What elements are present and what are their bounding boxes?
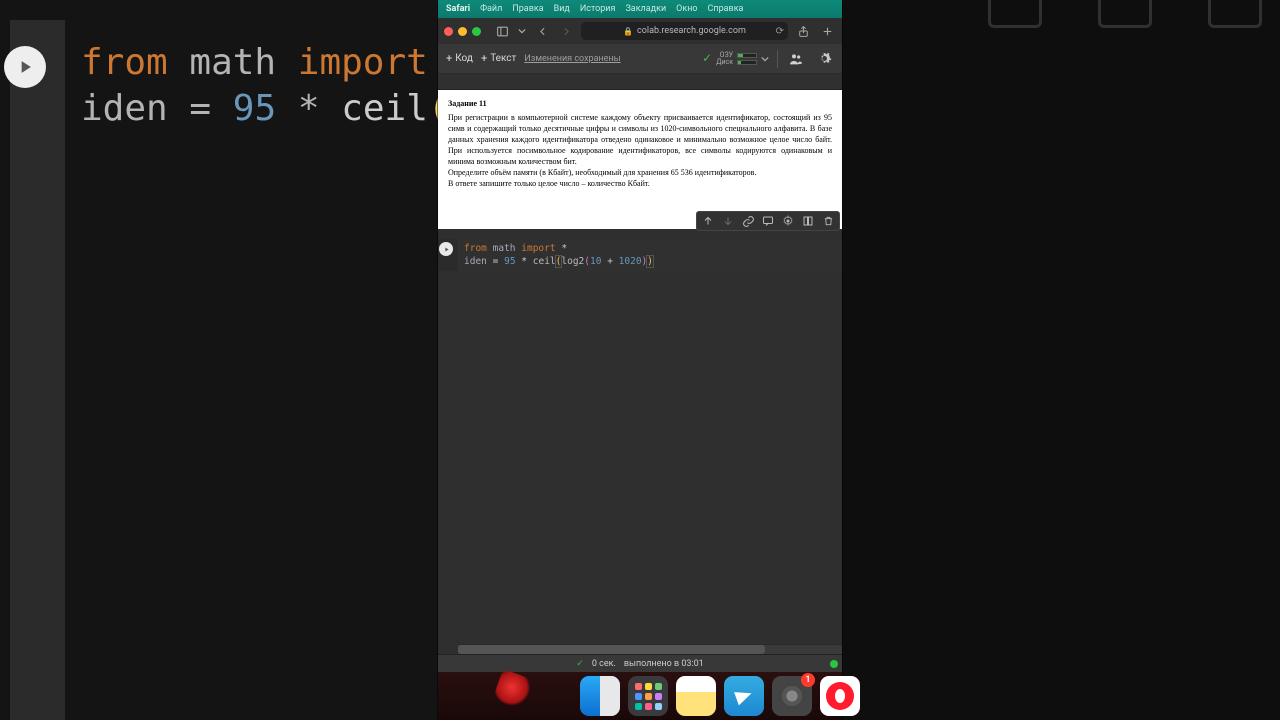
chevron-right-icon (560, 25, 573, 38)
gear-icon (817, 51, 832, 66)
settings-button[interactable] (814, 49, 834, 69)
new-tab-button[interactable] (818, 22, 836, 40)
disk-label: Диск (716, 59, 733, 66)
lock-icon: 🔒 (623, 27, 633, 36)
check-icon: ✓ (576, 659, 584, 669)
colab-subheader (438, 74, 842, 90)
add-code-label: Код (455, 53, 473, 64)
desktop-dock-area: 1 (438, 672, 842, 720)
minimize-window-icon[interactable] (458, 27, 467, 36)
telegram-icon (734, 687, 754, 706)
ram-disk-bars (737, 53, 757, 65)
bg-right-icons (988, 0, 1262, 28)
task-paragraph-3: В ответе запишите только целое число – к… (448, 178, 832, 189)
menubar-history[interactable]: История (580, 4, 616, 14)
separator (777, 50, 778, 68)
comment-icon[interactable] (761, 214, 775, 228)
add-text-button[interactable]: +Текст (481, 52, 516, 65)
safari-window: Safari Файл Правка Вид История Закладки … (438, 0, 842, 720)
move-down-icon[interactable] (721, 214, 735, 228)
menubar-file[interactable]: Файл (480, 4, 502, 14)
notification-badge: 1 (801, 673, 815, 687)
run-cell-icon (4, 46, 46, 88)
plus-icon: + (446, 52, 452, 65)
task-paragraph-2: Определите объём памяти (в Кбайт), необх… (448, 167, 832, 178)
status-bar: ✓ 0 сек. выполнено в 03:01 (438, 654, 842, 672)
wallpaper-flower-icon (491, 669, 537, 715)
menubar-bookmarks[interactable]: Закладки (625, 4, 666, 14)
code-cell[interactable]: from math import * iden = 95 * ceil(log2… (438, 239, 842, 271)
maximize-window-icon[interactable] (472, 27, 481, 36)
forward-button[interactable] (557, 22, 575, 40)
add-code-button[interactable]: +Код (446, 52, 473, 65)
colab-toolbar: +Код +Текст Изменения сохранены ✓ ОЗУ Ди… (438, 44, 842, 74)
menubar-edit[interactable]: Правка (512, 4, 543, 14)
share-colab-button[interactable] (786, 49, 806, 69)
code-gutter (438, 239, 458, 271)
launchpad-icon (635, 683, 662, 710)
menubar-view[interactable]: Вид (554, 4, 570, 14)
check-icon: ✓ (702, 55, 712, 62)
sidebar-toggle-icon[interactable] (493, 22, 511, 40)
system-settings-app[interactable]: 1 (772, 676, 812, 716)
safari-toolbar: 🔒 colab.research.google.com ⟳ (438, 18, 842, 44)
reload-icon[interactable]: ⟳ (776, 26, 784, 37)
opera-app[interactable] (820, 676, 860, 716)
close-window-icon[interactable] (444, 27, 453, 36)
text-cell-task[interactable]: Задание 11 При регистрации в компьютерно… (438, 90, 842, 229)
menubar-app[interactable]: Safari (446, 4, 470, 14)
move-up-icon[interactable] (701, 214, 715, 228)
gear-icon (779, 683, 805, 709)
play-icon (15, 57, 35, 77)
menubar-help[interactable]: Справка (708, 4, 744, 14)
exec-time: 0 сек. (592, 659, 616, 669)
mirror-icon[interactable] (801, 214, 815, 228)
saved-status[interactable]: Изменения сохранены (524, 54, 620, 64)
plus-icon: + (481, 52, 487, 65)
delete-icon[interactable] (821, 214, 835, 228)
url-text: colab.research.google.com (637, 26, 746, 36)
macos-menubar: Safari Файл Правка Вид История Закладки … (438, 0, 842, 18)
traffic-lights (444, 27, 481, 36)
resource-indicator[interactable]: ✓ ОЗУ Диск (702, 52, 769, 66)
launchpad-app[interactable] (628, 676, 668, 716)
bg-gutter (10, 20, 65, 720)
people-icon (788, 51, 804, 67)
notes-app[interactable] (676, 676, 716, 716)
exec-done: выполнено в 03:01 (624, 659, 704, 669)
link-icon[interactable] (741, 214, 755, 228)
telegram-app[interactable] (724, 676, 764, 716)
tab-group-dropdown-icon[interactable] (517, 22, 527, 40)
dock: 1 (580, 676, 860, 716)
add-text-label: Текст (490, 53, 516, 64)
address-bar[interactable]: 🔒 colab.research.google.com ⟳ (581, 22, 788, 40)
back-button[interactable] (533, 22, 551, 40)
play-icon (443, 246, 450, 253)
status-dot-icon (830, 660, 838, 668)
plus-icon (821, 25, 834, 38)
cell-settings-icon[interactable] (781, 214, 795, 228)
share-icon (797, 25, 810, 38)
chevron-down-icon (518, 27, 526, 35)
task-title: Задание 11 (448, 98, 832, 109)
background-right (842, 0, 1280, 720)
finder-icon (580, 676, 620, 716)
horizontal-scrollbar[interactable] (458, 644, 842, 654)
finder-app[interactable] (580, 676, 620, 716)
cell-action-bar (696, 211, 840, 231)
run-cell-button[interactable] (439, 242, 453, 256)
menubar-window[interactable]: Окно (676, 4, 697, 14)
opera-icon (826, 682, 854, 710)
task-paragraph-1: При регистрации в компьютерной системе к… (448, 112, 832, 167)
chevron-down-icon[interactable] (761, 55, 769, 63)
code-cell-area: from math import * iden = 95 * ceil(log2… (438, 229, 842, 654)
chevron-left-icon (536, 25, 549, 38)
code-editor[interactable]: from math import * iden = 95 * ceil(log2… (458, 239, 842, 271)
share-button[interactable] (794, 22, 812, 40)
